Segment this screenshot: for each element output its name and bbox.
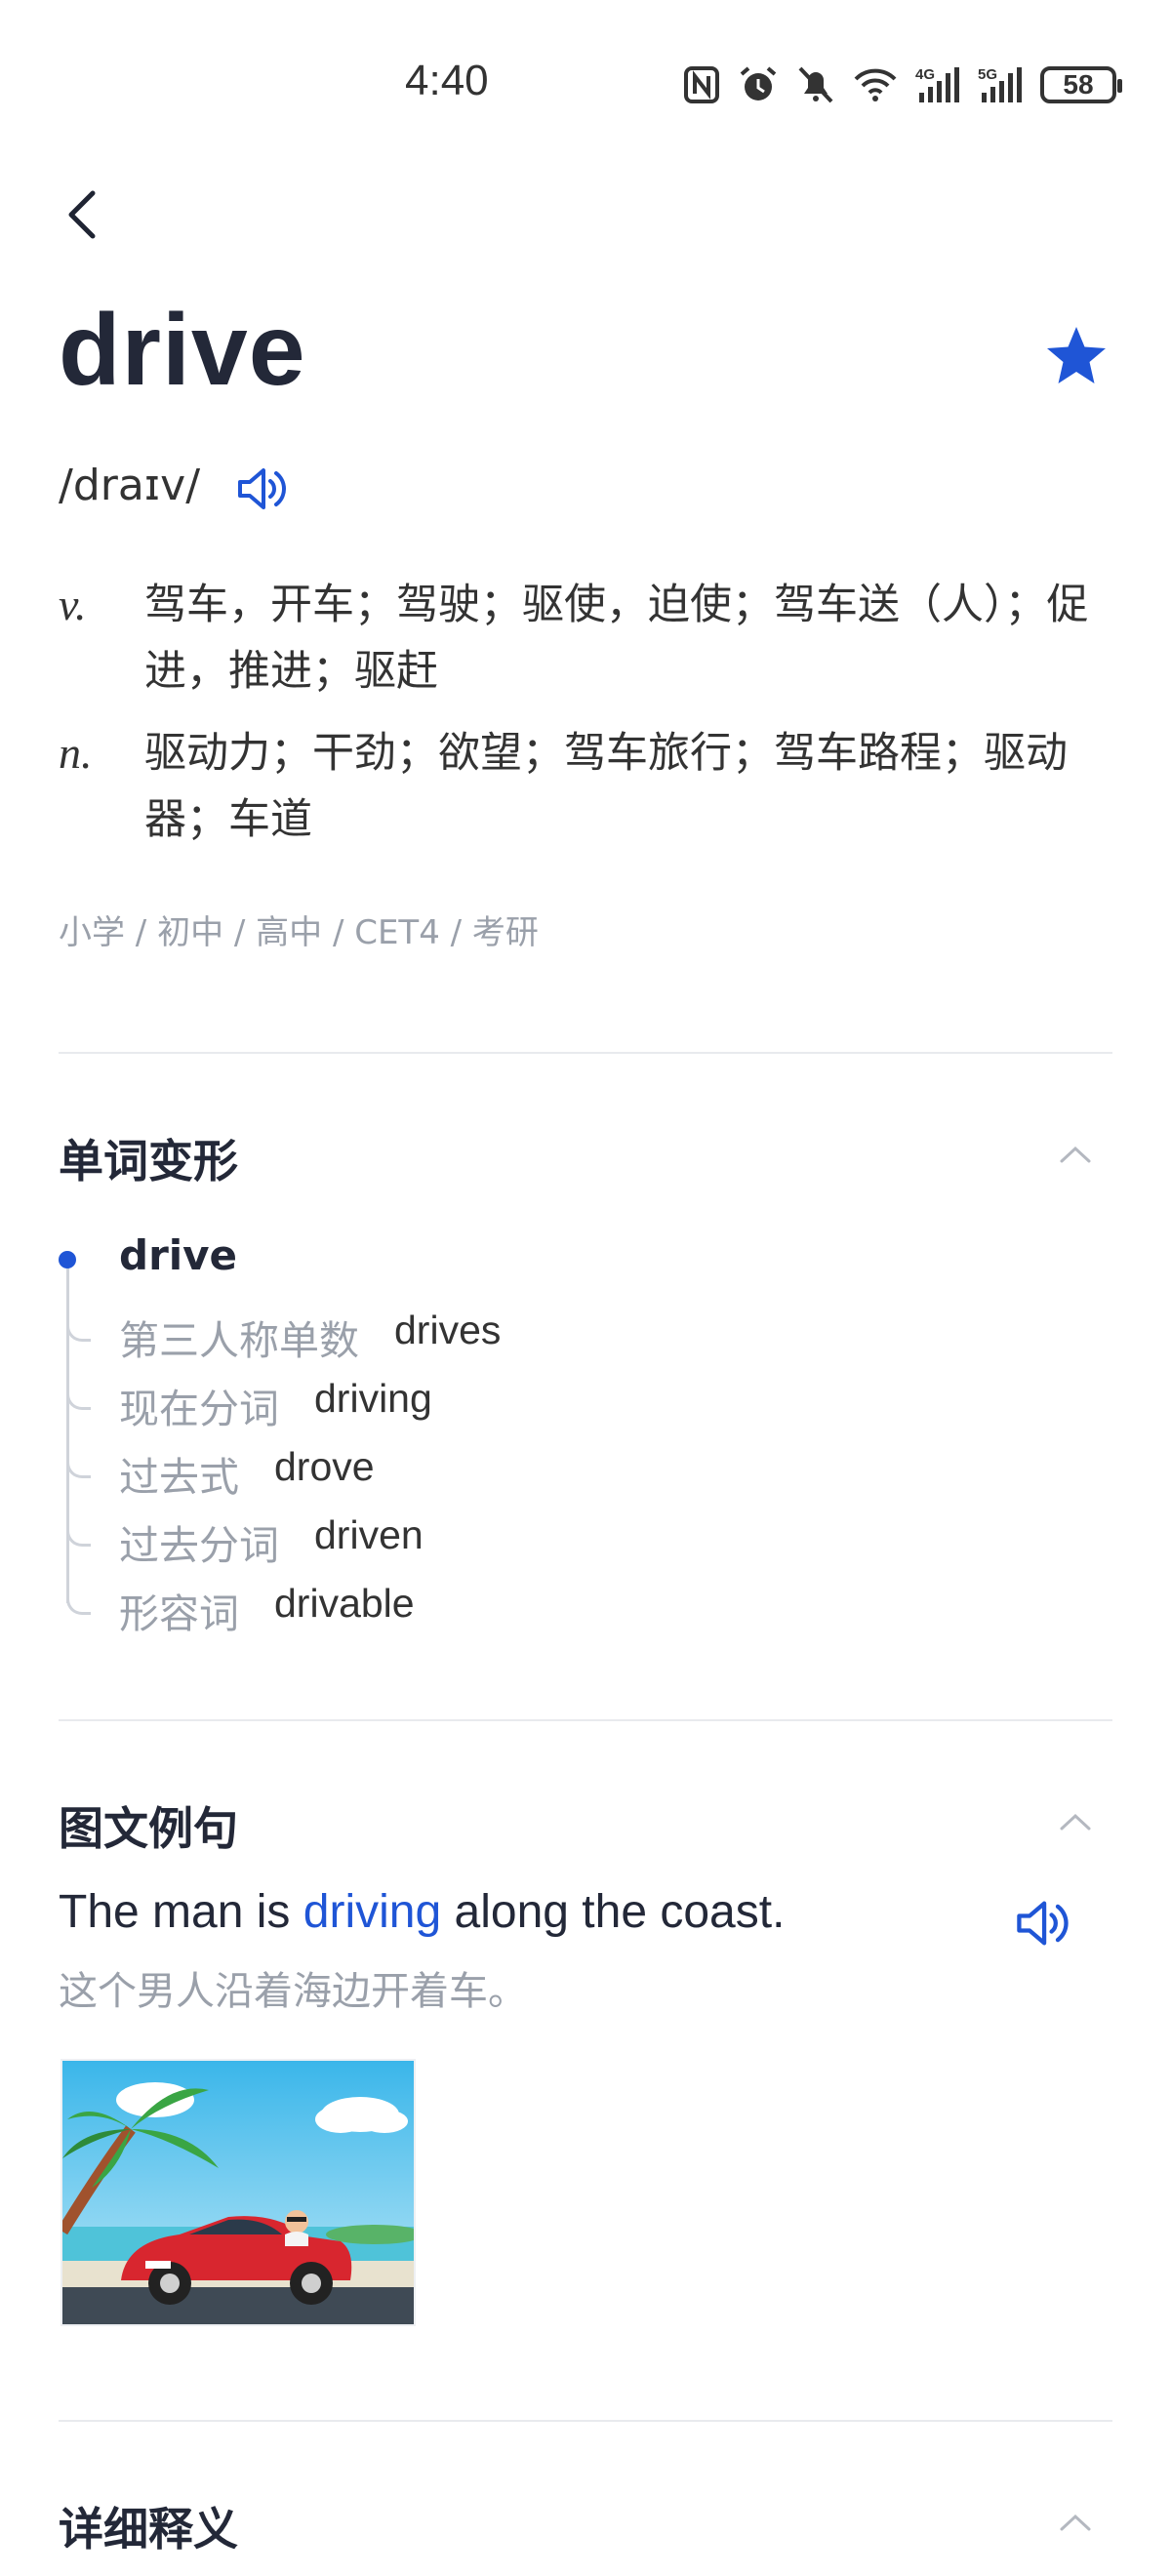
example-text: The man is [59,1886,303,1938]
word-form-row[interactable]: 过去分词 driven [119,1512,424,1571]
form-label: 第三人称单数 [119,1317,359,1364]
status-icons: 4G 5G 58 [683,60,1122,109]
chevron-up-icon[interactable] [1054,2508,1097,2537]
mute-icon [798,66,833,103]
svg-text:5G: 5G [978,66,997,83]
divider [59,1052,1112,1054]
base-form-dot [59,1251,76,1268]
back-button[interactable] [54,185,112,244]
form-value[interactable]: driven [314,1512,424,1571]
example-speaker-icon[interactable] [1013,1893,1073,1953]
form-label: 过去分词 [119,1522,279,1569]
4g-signal-icon: 4G [915,66,959,102]
divider [59,1719,1112,1721]
form-value[interactable]: drove [274,1444,375,1503]
battery-icon: 58 [1040,66,1122,103]
chevron-up-icon[interactable] [1054,1140,1097,1169]
word-form-row[interactable]: 第三人称单数 drives [119,1308,501,1366]
base-form: drive [119,1231,238,1279]
status-time: 4:40 [405,57,489,104]
car-coast-illustration [62,2061,414,2324]
divider [59,2420,1112,2422]
form-value[interactable]: drives [394,1308,501,1366]
chevron-up-icon[interactable] [1054,1807,1097,1836]
pronounce-speaker-icon[interactable] [234,461,291,517]
form-label: 形容词 [119,1590,239,1637]
nfc-icon [684,66,719,103]
part-of-speech: v. [59,580,87,629]
section-title-word-forms[interactable]: 单词变形 [59,1126,238,1190]
5g-signal-icon: 5G [978,66,1022,102]
section-title-examples[interactable]: 图文例句 [59,1793,238,1858]
form-value[interactable]: drivable [274,1581,415,1639]
definition-row: n. 驱动力；干劲；欲望；驾车旅行；驾车路程；驱动器；车道 [59,720,1112,853]
wifi-icon [854,68,897,101]
section-title-details[interactable]: 详细释义 [59,2494,238,2558]
example-text: along the coast. [441,1886,786,1938]
definition-text: 驾车，开车；驾驶；驱使，迫使；驾车送（人）；促进，推进；驱赶 [144,581,1089,696]
exam-levels: 小学 / 初中 / 高中 / CET4 / 考研 [59,913,539,952]
example-translation: 这个男人沿着海边开着车。 [59,1969,527,2014]
headword: drive [59,294,306,407]
form-label: 过去式 [119,1454,239,1501]
definition-row: v. 驾车，开车；驾驶；驱使，迫使；驾车送（人）；促进，推进；驱赶 [59,572,1112,704]
definition-text: 驱动力；干劲；欲望；驾车旅行；驾车路程；驱动器；车道 [144,729,1068,844]
alarm-icon [740,66,777,101]
favorite-star-icon[interactable] [1042,322,1110,390]
word-form-row[interactable]: 形容词 drivable [119,1581,415,1639]
phonetic: /draɪv/ [59,461,201,510]
word-form-row[interactable]: 过去式 drove [119,1444,375,1503]
form-label: 现在分词 [119,1386,279,1432]
example-highlight: driving [303,1886,442,1938]
form-value[interactable]: driving [314,1376,432,1434]
part-of-speech: n. [59,728,93,778]
word-form-row[interactable]: 现在分词 driving [119,1376,432,1434]
example-illustration[interactable] [61,2059,416,2326]
svg-text:4G: 4G [915,66,935,83]
example-sentence: The man is driving along the coast. [59,1885,785,1939]
